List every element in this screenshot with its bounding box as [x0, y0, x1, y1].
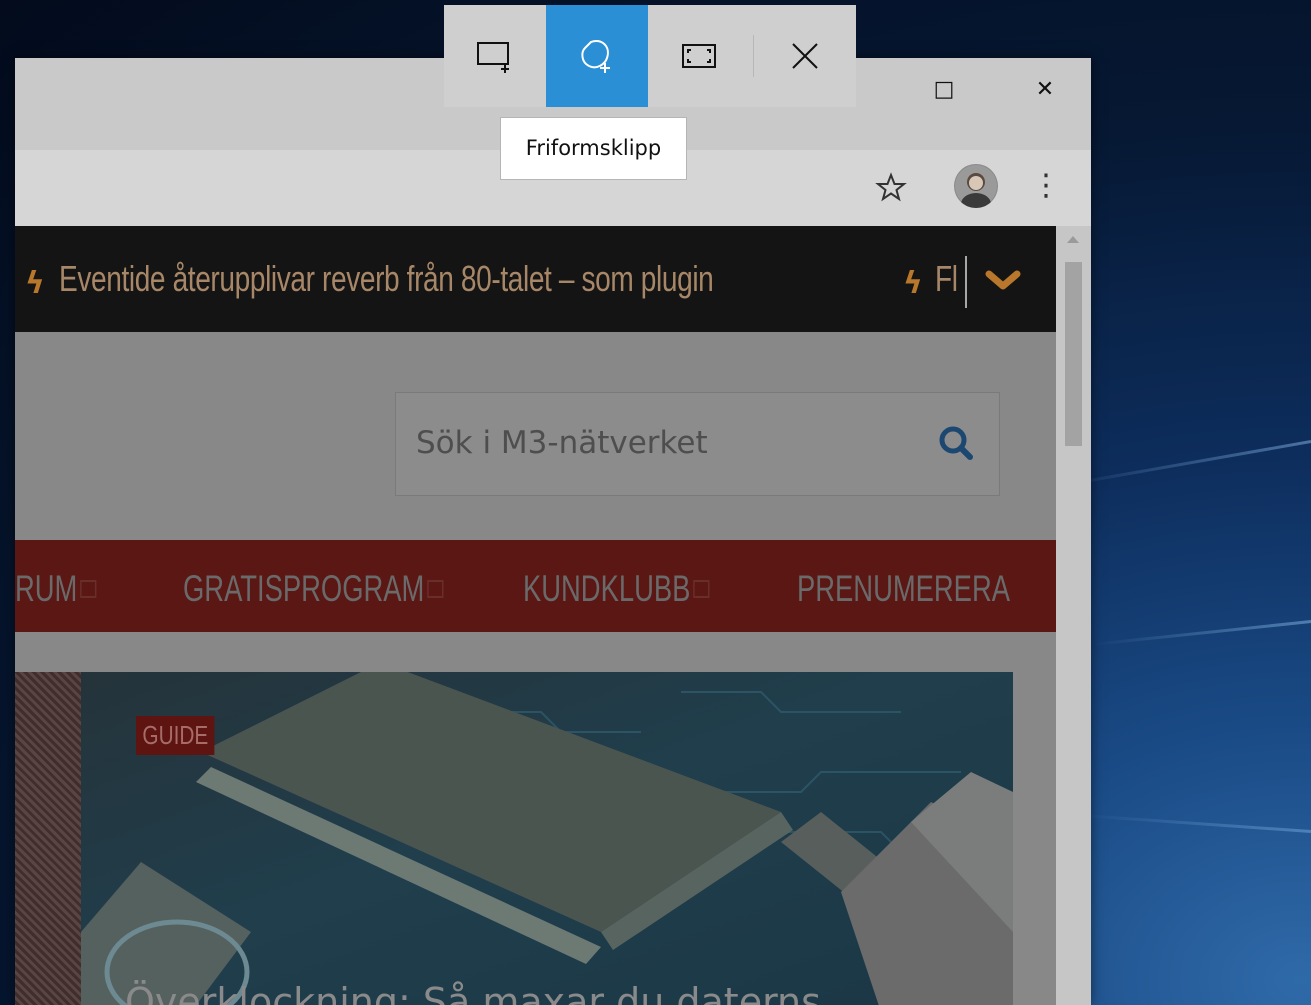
ticker-headline[interactable]: Eventide återupplivar reverb från 80-tal…	[59, 258, 714, 300]
search-input[interactable]	[416, 417, 916, 469]
text-cursor	[965, 256, 967, 308]
nav-item-prenumerera[interactable]: PRENUMERERA	[797, 568, 1010, 610]
nav-item-kundklubb[interactable]: KUNDKLUBB	[523, 568, 710, 610]
chevron-down-icon[interactable]	[983, 266, 1023, 296]
bookmark-star-icon[interactable]	[873, 170, 909, 206]
scrollbar-thumb[interactable]	[1065, 262, 1082, 446]
lightning-icon: ϟ	[903, 266, 923, 301]
vertical-scrollbar[interactable]	[1056, 226, 1091, 1005]
external-link-icon	[693, 580, 710, 599]
external-link-icon	[427, 580, 444, 599]
nav-item-gratisprogram[interactable]: GRATISPROGRAM	[183, 568, 444, 610]
article-title[interactable]: Överklockning: Så maxar du daterns	[125, 980, 821, 1005]
snip-mode-tooltip: Friformsklipp	[500, 117, 687, 180]
nav-item-forum[interactable]: RUM	[15, 568, 97, 610]
close-icon	[792, 43, 818, 69]
wallpaper-light-beam	[1054, 440, 1311, 489]
nav-item-label: GRATISPROGRAM	[183, 568, 425, 609]
hero-article[interactable]: GUIDE Överklockning: Så maxar du daterns	[81, 672, 1013, 1005]
search-box	[395, 392, 1000, 496]
side-article-image[interactable]	[15, 672, 81, 1005]
close-snip-button[interactable]	[754, 5, 856, 107]
search-icon[interactable]	[931, 417, 981, 469]
ticker-headline[interactable]: Fl	[935, 258, 958, 300]
rectangular-snip-icon	[477, 42, 509, 73]
hero-image	[81, 672, 1013, 1005]
category-badge[interactable]: GUIDE	[136, 716, 215, 755]
fullscreen-snip-button[interactable]	[648, 5, 750, 107]
maximize-button[interactable]: □	[924, 72, 964, 108]
close-window-button[interactable]: ✕	[1025, 72, 1065, 108]
nav-item-label: KUNDKLUBB	[523, 568, 691, 609]
external-link-icon	[80, 580, 97, 599]
profile-avatar[interactable]	[954, 164, 998, 208]
fullscreen-snip-icon	[682, 44, 716, 68]
freeform-snip-button[interactable]	[546, 5, 648, 107]
scroll-up-arrow-icon[interactable]	[1067, 236, 1079, 243]
news-ticker: ϟ Eventide återupplivar reverb från 80-t…	[15, 226, 1056, 332]
browser-window: □ ✕ ⋮ ϟ Eventide återupplivar reverb frå…	[15, 58, 1091, 1005]
main-navigation: RUM GRATISPROGRAM KUNDKLUBB PRENUMERERA	[15, 540, 1056, 632]
wallpaper-light-beam	[1092, 620, 1311, 646]
wallpaper-light-beam	[1081, 813, 1311, 833]
snip-toolbar	[444, 5, 856, 107]
page-content: ϟ Eventide återupplivar reverb från 80-t…	[15, 226, 1056, 1005]
nav-item-label: PRENUMERERA	[797, 568, 1010, 609]
lightning-icon: ϟ	[25, 266, 45, 301]
browser-menu-icon[interactable]: ⋮	[1031, 164, 1061, 208]
freeform-snip-icon	[581, 40, 610, 73]
rectangular-snip-button[interactable]	[444, 5, 546, 107]
nav-item-label: RUM	[15, 568, 78, 609]
